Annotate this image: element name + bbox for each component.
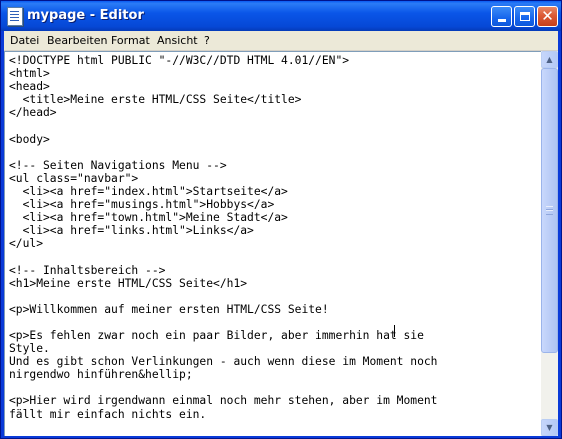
editor-line[interactable]: <li><a href="musings.html">Hobbys</a> [9, 198, 539, 211]
editor-line[interactable]: <body> [9, 133, 539, 146]
maximize-icon [519, 12, 530, 21]
scrollbar-track[interactable] [541, 353, 558, 419]
scroll-up-arrow-icon: ▲ [546, 55, 553, 64]
scrollbar-thumb[interactable] [541, 68, 558, 353]
editor-line[interactable] [9, 290, 539, 303]
maximize-button[interactable] [514, 6, 535, 27]
text-cursor [394, 325, 395, 337]
editor-line[interactable]: fällt mir einfach nichts ein. [9, 408, 539, 421]
editor-line[interactable]: <p>Hier wird irgendwann einmal noch mehr… [9, 394, 539, 407]
minimize-button[interactable] [491, 6, 512, 27]
text-editor[interactable]: <!DOCTYPE html PUBLIC "-//W3C//DTD HTML … [4, 51, 541, 436]
menu-format[interactable]: Format [111, 34, 150, 47]
vertical-scrollbar[interactable]: ▲ ▼ [541, 51, 558, 436]
menu-bar: Datei Bearbeiten Format Ansicht ? [4, 31, 558, 51]
scrollbar-grip-icon [546, 206, 553, 215]
editor-line[interactable]: <li><a href="index.html">Startseite</a> [9, 185, 539, 198]
editor-line[interactable]: <!-- Inhaltsbereich --> [9, 264, 539, 277]
editor-line[interactable]: <ul class="navbar"> [9, 172, 539, 185]
editor-line[interactable]: Und es gibt schon Verlinkungen - auch we… [9, 355, 539, 368]
editor-line[interactable]: <!DOCTYPE html PUBLIC "-//W3C//DTD HTML … [9, 54, 539, 67]
editor-line[interactable] [9, 119, 539, 132]
editor-line[interactable]: nirgendwo hinführen&hellip; [9, 368, 539, 381]
editor-line[interactable]: <h1>Meine erste HTML/CSS Seite</h1> [9, 277, 539, 290]
menu-ansicht[interactable]: Ansicht [157, 34, 198, 47]
close-button[interactable]: ✕ [537, 6, 558, 27]
scroll-down-button[interactable]: ▼ [541, 419, 558, 436]
menu-bearbeiten[interactable]: Bearbeiten [47, 34, 107, 47]
menu-help[interactable]: ? [204, 34, 210, 47]
editor-line[interactable]: <html> [9, 67, 539, 80]
close-icon: ✕ [541, 7, 554, 25]
editor-line[interactable] [9, 316, 539, 329]
editor-line[interactable]: Style. [9, 342, 539, 355]
editor-line[interactable]: <title>Meine erste HTML/CSS Seite</title… [9, 93, 539, 106]
editor-line[interactable]: <head> [9, 80, 539, 93]
editor-line[interactable] [9, 250, 539, 263]
editor-line[interactable]: </head> [9, 106, 539, 119]
editor-line[interactable] [9, 146, 539, 159]
scroll-down-arrow-icon: ▼ [546, 423, 553, 432]
editor-line[interactable]: <li><a href="links.html">Links</a> [9, 224, 539, 237]
editor-line[interactable]: </ul> [9, 237, 539, 250]
menu-datei[interactable]: Datei [10, 34, 39, 47]
editor-line[interactable]: <p>Es fehlen zwar noch ein paar Bilder, … [9, 329, 539, 342]
editor-window: mypage - Editor ✕ Datei Bearbeiten Forma… [0, 0, 562, 439]
editor-line[interactable] [9, 381, 539, 394]
editor-text[interactable]: <!DOCTYPE html PUBLIC "-//W3C//DTD HTML … [9, 54, 539, 421]
editor-line[interactable]: <p>Willkommen auf meiner ersten HTML/CSS… [9, 303, 539, 316]
notepad-icon[interactable] [7, 7, 23, 26]
editor-line[interactable]: <!-- Seiten Navigations Menu --> [9, 159, 539, 172]
minimize-icon [497, 19, 506, 22]
title-bar[interactable]: mypage - Editor ✕ [1, 1, 561, 31]
editor-line[interactable]: <li><a href="town.html">Meine Stadt</a> [9, 211, 539, 224]
scroll-up-button[interactable]: ▲ [541, 51, 558, 68]
window-title: mypage - Editor [27, 8, 144, 23]
